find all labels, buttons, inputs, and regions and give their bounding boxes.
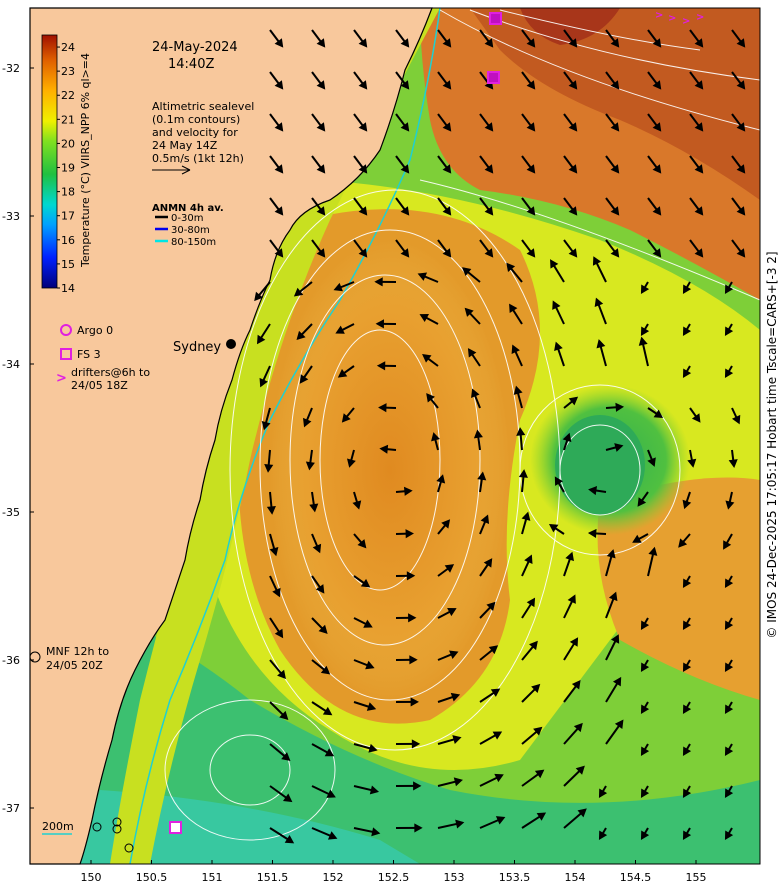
sydney-label: Sydney [173,340,221,355]
svg-text:>: > [682,16,690,27]
lat-tick-label: -34 [2,358,20,371]
lon-tick-label: 154.5 [620,871,652,884]
colorbar-tick-label: 16 [61,234,75,247]
colorbar-tick-label: 23 [61,65,75,78]
lon-tick-label: 152 [323,871,344,884]
anmn-legend-label: 30-80m [171,225,210,236]
colorbar [42,35,57,288]
svg-text:>: > [668,13,676,24]
lon-tick-label: 151 [202,871,223,884]
colorbar-label: Temperature (°C) VIIRS_NPP 6% ql>=4 [79,53,92,268]
lat-axis: -32 -33 -34 -35 -36 -37 [2,62,34,815]
lon-tick-label: 153.5 [499,871,531,884]
lat-tick-label: -36 [2,654,20,667]
isobath-label: 200m [42,820,74,833]
fs-marker [488,72,499,83]
lat-tick-label: -35 [2,506,20,519]
lon-tick-label: 152.5 [378,871,410,884]
lon-tick-label: 151.5 [257,871,289,884]
colorbar-tick-label: 14 [61,282,75,295]
colorbar-tick-label: 19 [61,162,75,175]
sst-map: 24 23 22 21 20 19 18 17 16 15 14 Temperature (°C) … [0,0,780,890]
drifter-legend-icon: > [56,371,67,386]
altimetry-note-line: 24 May 14Z [152,139,218,152]
colorbar-tick-label: 20 [61,137,75,150]
sydney-marker [226,339,236,349]
altimetry-note-line: 0.5m/s (1kt 12h) [152,152,244,165]
colorbar-tick-label: 21 [61,113,75,126]
altimetry-note-line: Altimetric sealevel [152,100,254,113]
anmn-legend-label: 0-30m [171,213,203,224]
colorbar-tick-label: 24 [61,41,75,54]
colorbar-tick-label: 15 [61,258,75,271]
fs-marker [170,822,181,833]
fs-legend-label: FS 3 [77,348,101,361]
altimetry-note-line: and velocity for [152,126,238,139]
anmn-legend-label: 80-150m [171,237,216,248]
lon-tick-label: 150 [81,871,102,884]
argo-legend-label: Argo 0 [77,324,113,337]
credit-text: © IMOS 24-Dec-2025 17:05:17 Hobart time … [765,251,779,638]
map-date: 24-May-2024 [152,40,238,55]
lat-tick-label: -33 [2,210,20,223]
lat-tick-label: -32 [2,62,20,75]
lon-tick-label: 153 [444,871,465,884]
svg-text:>: > [696,12,704,23]
map-time: 14:40Z [168,57,214,72]
svg-text:>: > [655,10,663,21]
mnf-label-line2: 24/05 20Z [46,659,103,672]
lat-tick-label: -37 [2,802,20,815]
altimetry-note-line: (0.1m contours) [152,113,240,126]
colorbar-tick-label: 17 [61,210,75,223]
lon-tick-label: 150.5 [136,871,168,884]
drifter-legend-line2: 24/05 18Z [71,379,128,392]
colorbar-tick-label: 22 [61,89,75,102]
lon-tick-label: 155 [686,871,707,884]
fs-marker [490,13,501,24]
lon-tick-label: 154 [565,871,586,884]
mnf-label-line1: MNF 12h to [46,645,109,658]
map-svg: 24 23 22 21 20 19 18 17 16 15 14 Temperature (°C) … [0,0,780,890]
drifter-legend-line1: drifters@6h to [71,366,150,379]
colorbar-tick-label: 18 [61,186,75,199]
